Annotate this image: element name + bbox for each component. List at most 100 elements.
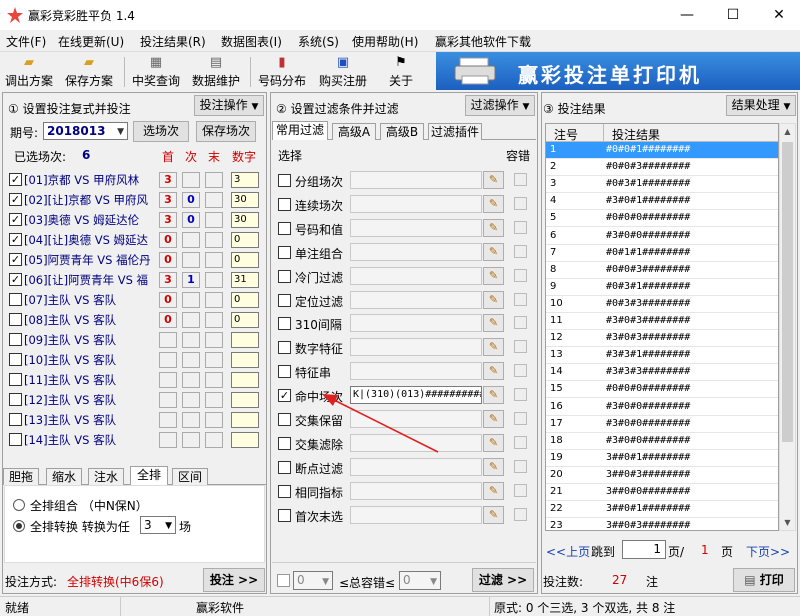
first-choice-cell[interactable] (159, 352, 177, 368)
tolerance-checkbox[interactable] (514, 507, 527, 521)
number-distribution-button[interactable]: ▮ 号码分布 (256, 55, 308, 89)
filter-value-field[interactable] (350, 457, 482, 476)
print-banner[interactable]: 赢彩投注单打印机 (436, 52, 800, 90)
second-choice-cell[interactable] (182, 232, 200, 248)
match-number-input[interactable]: 0 (231, 292, 259, 308)
match-checkbox[interactable]: ✓ (9, 273, 22, 286)
second-choice-cell[interactable] (182, 392, 200, 408)
tab-dantuo[interactable]: 胆拖 (3, 468, 39, 485)
last-choice-cell[interactable] (205, 252, 223, 268)
first-choice-cell[interactable] (159, 412, 177, 428)
edit-filter-button[interactable]: ✎ (483, 194, 504, 213)
purchase-register-button[interactable]: ▣ 购买注册 (314, 55, 372, 89)
match-number-input[interactable]: 30 (231, 212, 259, 228)
menu-charts[interactable]: 数据图表(I) (221, 33, 282, 50)
bet-submit-button[interactable]: 投注 >> (203, 568, 265, 592)
filter-submit-button[interactable]: 过滤 >> (472, 568, 534, 592)
filter-operation-dropdown[interactable]: 过滤操作 ▼ (465, 95, 535, 116)
filter-value-field[interactable] (350, 242, 482, 261)
last-choice-cell[interactable] (205, 232, 223, 248)
match-number-input[interactable] (231, 332, 259, 348)
match-checkbox[interactable] (9, 373, 22, 386)
table-row[interactable]: 2 #0#0#3######## (546, 159, 778, 177)
table-row[interactable]: 10 #0#3#3######## (546, 296, 778, 313)
tab-full-permutation[interactable]: 全排 (130, 466, 168, 485)
table-row[interactable]: 7 #0#1#1######## (546, 245, 778, 262)
menu-help[interactable]: 使用帮助(H) (352, 33, 418, 50)
first-choice-cell[interactable]: 3 (159, 192, 177, 208)
tolerance-max-select[interactable]: 0 ▼ (399, 571, 441, 590)
match-number-input[interactable]: 31 (231, 272, 259, 288)
filter-value-field[interactable] (350, 505, 482, 524)
tab-advanced-b[interactable]: 高级B (380, 123, 424, 140)
table-row[interactable]: 22 3##0#1######## (546, 501, 778, 519)
first-choice-cell[interactable]: 0 (159, 292, 177, 308)
filter-value-field[interactable] (350, 218, 482, 237)
match-checkbox[interactable] (9, 353, 22, 366)
second-choice-cell[interactable] (182, 412, 200, 428)
table-row[interactable]: 4 #3#0#1######## (546, 193, 778, 211)
table-row[interactable]: 5 #0#0#0######## (546, 210, 778, 228)
tolerance-checkbox[interactable] (514, 388, 527, 402)
tolerance-min-select[interactable]: 0 ▼ (293, 571, 333, 590)
second-choice-cell[interactable] (182, 252, 200, 268)
edit-filter-button[interactable]: ✎ (483, 410, 504, 428)
match-number-input[interactable]: 0 (231, 312, 259, 328)
filter-value-field[interactable] (350, 171, 482, 189)
match-number-input[interactable] (231, 392, 259, 408)
radio-transform[interactable] (13, 520, 25, 532)
edit-filter-button[interactable]: ✎ (483, 386, 504, 405)
tolerance-checkbox[interactable] (514, 364, 527, 378)
tab-interval[interactable]: 区间 (172, 468, 208, 485)
match-checkbox[interactable] (9, 333, 22, 346)
edit-filter-button[interactable]: ✎ (483, 314, 504, 333)
table-row[interactable]: 9 #0#3#1######## (546, 279, 778, 296)
last-choice-cell[interactable] (205, 412, 223, 428)
data-maintenance-button[interactable]: ▤ 数据维护 (190, 55, 242, 89)
first-choice-cell[interactable]: 3 (159, 212, 177, 228)
table-row[interactable]: 6 #3#0#0######## (546, 228, 778, 245)
match-checkbox[interactable] (9, 293, 22, 306)
tolerance-checkbox[interactable] (514, 412, 527, 425)
prev-page-button[interactable]: <<上页 (546, 543, 590, 560)
match-checkbox[interactable] (9, 413, 22, 426)
filter-checkbox[interactable] (278, 484, 291, 498)
table-row[interactable]: 20 3##0#3######## (546, 467, 778, 484)
tab-common-filter[interactable]: 常用过滤 (272, 121, 328, 140)
match-number-input[interactable]: 0 (231, 232, 259, 248)
match-number-input[interactable]: 3 (231, 172, 259, 188)
table-row[interactable]: 13 #3#3#1######## (546, 347, 778, 365)
second-choice-cell[interactable]: 0 (182, 212, 200, 228)
last-choice-cell[interactable] (205, 372, 223, 388)
scroll-thumb[interactable] (782, 142, 793, 442)
tab-water[interactable]: 注水 (88, 468, 124, 485)
table-row[interactable]: 1 #0#0#1######## (546, 142, 778, 159)
filter-checkbox[interactable] (278, 508, 291, 522)
second-choice-cell[interactable] (182, 292, 200, 308)
filter-checkbox[interactable] (278, 221, 291, 235)
filter-checkbox[interactable] (278, 413, 291, 426)
table-row[interactable]: 8 #0#0#3######## (546, 262, 778, 279)
table-row[interactable]: 16 #3#0#0######## (546, 399, 778, 416)
filter-checkbox[interactable] (278, 174, 291, 187)
table-row[interactable]: 23 3##0#3######## (546, 518, 778, 530)
edit-filter-button[interactable]: ✎ (483, 266, 504, 285)
menu-results[interactable]: 投注结果(R) (140, 33, 206, 50)
table-row[interactable]: 11 #3#0#3######## (546, 313, 778, 330)
filter-value-field[interactable] (350, 194, 482, 213)
second-choice-cell[interactable] (182, 372, 200, 388)
edit-filter-button[interactable]: ✎ (483, 242, 504, 261)
first-choice-cell[interactable] (159, 332, 177, 348)
radio-combination[interactable] (13, 499, 25, 511)
filter-value-field[interactable] (350, 338, 482, 357)
tolerance-checkbox[interactable] (514, 459, 527, 473)
second-choice-cell[interactable] (182, 432, 200, 448)
close-button[interactable]: ✕ (756, 0, 800, 30)
last-choice-cell[interactable] (205, 292, 223, 308)
load-plan-button[interactable]: ▰ 调出方案 (3, 55, 55, 89)
minimize-button[interactable]: — (664, 0, 710, 30)
result-operation-dropdown[interactable]: 结果处理 ▼ (726, 95, 796, 116)
match-number-input[interactable] (231, 432, 259, 448)
match-checkbox[interactable]: ✓ (9, 253, 22, 266)
filter-value-field[interactable] (350, 266, 482, 285)
